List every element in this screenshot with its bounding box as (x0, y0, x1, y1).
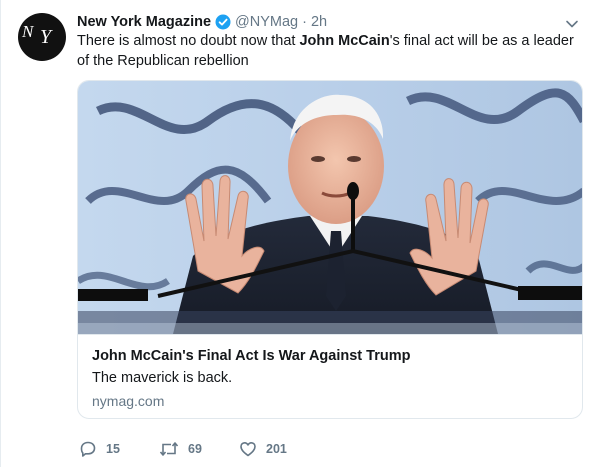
avatar[interactable]: N Y (18, 13, 66, 61)
tweet-text-part1: There is almost no doubt now that (77, 33, 300, 49)
reply-icon (79, 440, 106, 458)
avatar-logo-y: Y (40, 26, 52, 48)
tweet-text: There is almost no doubt now that John M… (77, 31, 585, 71)
verified-badge-icon (215, 14, 231, 30)
card-description: The maverick is back. (92, 370, 233, 386)
tweet-text-mention: John McCain (299, 33, 390, 49)
card-body: John McCain's Final Act Is War Against T… (78, 334, 582, 418)
reply-count: 15 (106, 442, 120, 456)
card-domain: nymag.com (92, 393, 165, 409)
heart-icon (239, 440, 266, 458)
author-name[interactable]: New York Magazine (77, 14, 211, 30)
tweet-actions: 15 69 201 (77, 439, 497, 459)
author-handle[interactable]: @NYMag (235, 14, 298, 30)
retweet-icon (159, 440, 188, 458)
avatar-logo-n: N (22, 22, 33, 41)
tweet[interactable]: N Y New York Magazine @NYMag · 2h There … (0, 0, 597, 467)
link-card[interactable]: John McCain's Final Act Is War Against T… (77, 80, 583, 419)
like-button[interactable]: 201 (239, 439, 287, 459)
chevron-down-icon[interactable] (565, 16, 579, 28)
tweet-header: New York Magazine @NYMag · 2h (77, 12, 327, 32)
card-title[interactable]: John McCain's Final Act Is War Against T… (92, 348, 410, 364)
like-count: 201 (266, 442, 287, 456)
header-separator: · (302, 14, 307, 30)
retweet-button[interactable]: 69 (159, 439, 202, 459)
card-image (78, 81, 582, 334)
reply-button[interactable]: 15 (79, 439, 120, 459)
tweet-timestamp[interactable]: 2h (311, 14, 327, 30)
retweet-count: 69 (188, 442, 202, 456)
